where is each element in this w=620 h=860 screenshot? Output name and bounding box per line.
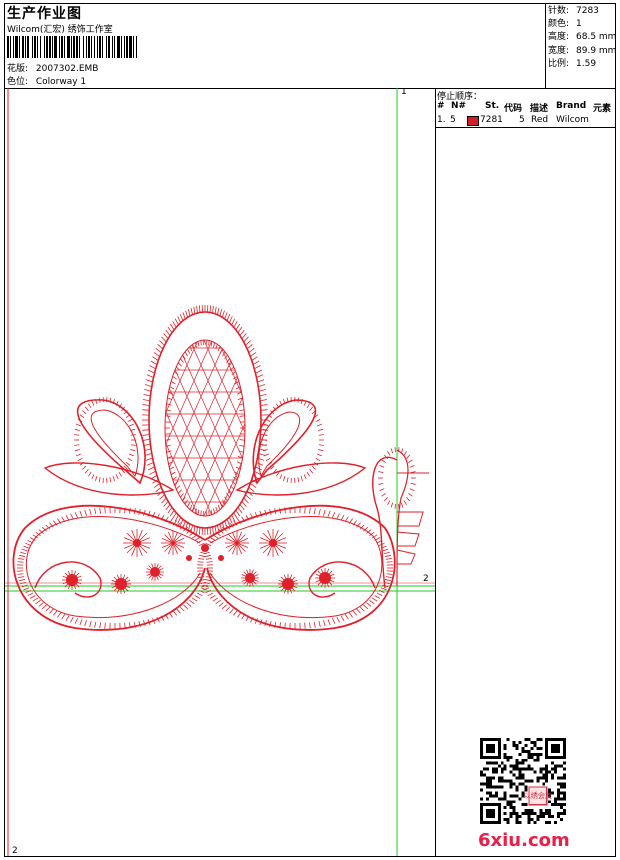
panel-divider xyxy=(435,88,436,857)
row-code: 5 xyxy=(519,115,525,125)
guide-marker-right: 2 xyxy=(423,574,429,584)
row-description: Red xyxy=(531,115,549,125)
stitches-value: 7283 xyxy=(576,6,599,16)
qr-code-image: 以绣会友 xyxy=(480,738,566,824)
panel-row-divider xyxy=(436,127,616,128)
design-label: 花版: xyxy=(7,64,29,74)
barcode-image xyxy=(7,36,137,58)
col-hash: # xyxy=(437,101,445,111)
page-title: 生产作业图 xyxy=(7,6,82,22)
design-canvas: 1 2 2 xyxy=(5,88,435,856)
col-element: 元素 xyxy=(593,104,612,114)
stop-sequence-row[interactable]: 1. 5 7281 5 Red Wilcom xyxy=(437,115,615,127)
colors-value: 1 xyxy=(576,19,582,30)
col-needle: N# xyxy=(451,101,467,111)
thread-color-swatch xyxy=(467,116,479,126)
stitches-label: 针数: xyxy=(548,6,570,16)
site-watermark: 6xiu.com xyxy=(478,830,570,851)
colorway-name: Colorway 1 xyxy=(35,77,87,87)
stop-sequence-header-row: # N# St. 代码 描述 Brand 元素 xyxy=(437,101,615,114)
guide-marker-bottom: 2 xyxy=(12,846,18,856)
scale-label: 比例: xyxy=(548,58,570,69)
guide-marker-top: 1 xyxy=(401,88,407,97)
stats-divider xyxy=(545,3,546,88)
height-label: 高度: xyxy=(548,32,570,43)
height-value: 68.5 mm xyxy=(576,32,617,43)
row-stitches: 7281 xyxy=(480,115,503,125)
row-needle: 5 xyxy=(450,115,456,125)
col-code: 代码 xyxy=(504,104,523,114)
width-value: 89.9 mm xyxy=(576,45,617,56)
width-label: 宽度: xyxy=(548,45,570,56)
studio-subtitle: Wilcom(汇宏) 绣饰工作室 xyxy=(7,25,113,35)
colors-label: 颜色: xyxy=(548,19,570,30)
col-brand: Brand xyxy=(556,101,587,111)
design-file-row: 花版: 2007302.EMB xyxy=(7,61,98,74)
svg-text:以绣会友: 以绣会友 xyxy=(524,791,552,800)
design-file-name: 2007302.EMB xyxy=(35,64,99,74)
col-description: 描述 xyxy=(530,104,549,114)
design-stats: 针数: 7283 颜色: 1 高度: 68.5 mm 宽度: 89.9 mm 比例: 1.… xyxy=(548,5,616,71)
embroidery-preview xyxy=(5,88,435,856)
scale-value: 1.59 xyxy=(576,58,597,69)
colorway-row: 色位: Colorway 1 xyxy=(7,74,86,87)
row-index: 1. xyxy=(437,115,446,125)
col-stitches: St. xyxy=(485,101,500,111)
row-brand: Wilcom xyxy=(556,115,589,125)
colorway-label: 色位: xyxy=(7,77,29,87)
